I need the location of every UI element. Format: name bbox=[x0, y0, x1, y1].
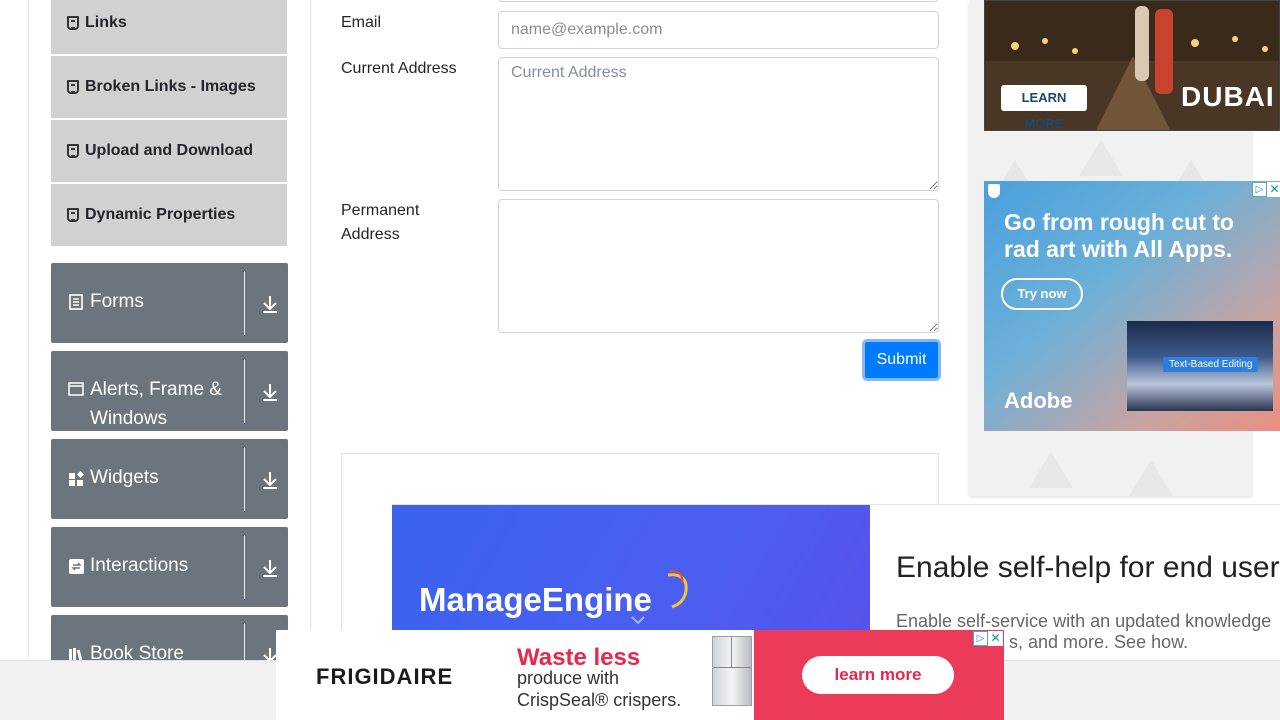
adobe-cta-button[interactable]: Try now bbox=[1001, 278, 1083, 310]
adchoices-icon[interactable]: ▷ bbox=[1252, 182, 1267, 197]
sidebar-item-label: Upload and Download bbox=[85, 142, 253, 159]
sidebar-item-links[interactable]: Links bbox=[51, 0, 287, 54]
adobe-tag: Text-Based Editing bbox=[1163, 357, 1259, 372]
email-label: Email bbox=[341, 14, 382, 31]
previous-input-bottom-edge bbox=[498, 0, 939, 2]
sidebar-item-label: Dynamic Properties bbox=[85, 206, 236, 223]
email-field[interactable] bbox=[498, 11, 939, 49]
group-label: Interactions bbox=[90, 555, 189, 576]
manageengine-headline: Enable self-help for end user bbox=[896, 551, 1280, 584]
manageengine-logo: ManageEngine bbox=[419, 581, 652, 618]
frigidaire-ad[interactable]: FRIGIDAIRE Waste less produce with Crisp… bbox=[276, 630, 1004, 720]
divider bbox=[244, 535, 245, 599]
download-arrow-icon[interactable] bbox=[261, 558, 279, 578]
download-arrow-icon[interactable] bbox=[261, 294, 279, 314]
group-interactions[interactable]: Interactions bbox=[51, 527, 288, 607]
manageengine-body: Enable self-service with an updated know… bbox=[896, 611, 1272, 631]
adchoices-icon[interactable]: ▷ bbox=[973, 631, 988, 646]
html-icon bbox=[67, 16, 79, 30]
frigidaire-cta-button[interactable]: learn more bbox=[802, 656, 954, 694]
group-forms[interactable]: Forms bbox=[51, 263, 288, 343]
group-label: Alerts, Frame & Windows bbox=[90, 379, 222, 429]
manageengine-body-line2: s, and more. See how. bbox=[1009, 632, 1189, 652]
html-icon bbox=[67, 144, 79, 158]
chevron-down-icon[interactable] bbox=[630, 615, 646, 625]
group-widgets[interactable]: Widgets bbox=[51, 439, 288, 519]
current-address-field[interactable] bbox=[498, 57, 939, 191]
html-icon bbox=[67, 80, 79, 94]
close-icon[interactable]: ✕ bbox=[1267, 182, 1280, 197]
dubai-logo: DUBAI bbox=[1181, 81, 1275, 112]
window-icon bbox=[68, 382, 84, 398]
sidebar-item-upload-download[interactable]: Upload and Download bbox=[51, 120, 287, 182]
sidebar-item-label: Links bbox=[85, 14, 127, 31]
permanent-address-label: Permanent Address bbox=[341, 202, 420, 243]
sidebar-item-broken-links[interactable]: Broken Links - Images bbox=[51, 56, 287, 118]
frigidaire-line1: produce with bbox=[517, 668, 620, 688]
adobe-headline: Go from rough cut to rad art with All Ap… bbox=[1004, 209, 1234, 262]
permanent-address-field[interactable] bbox=[498, 199, 939, 333]
manageengine-swoosh-icon bbox=[667, 570, 688, 609]
ad-shield-icon bbox=[988, 184, 1000, 198]
divider bbox=[244, 447, 245, 511]
group-label: Forms bbox=[90, 291, 144, 312]
sidebar: Links Broken Links - Images Upload and D… bbox=[28, 0, 311, 720]
download-arrow-icon[interactable] bbox=[261, 382, 279, 402]
adobe-ad[interactable]: ▷ ✕ Go from rough cut to rad art with Al… bbox=[984, 181, 1280, 431]
adobe-logo: Adobe bbox=[1004, 388, 1073, 413]
fridge-image bbox=[712, 636, 752, 706]
page: Links Broken Links - Images Upload and D… bbox=[0, 0, 1280, 720]
frigidaire-red-panel: learn more bbox=[754, 630, 1004, 720]
divider bbox=[244, 271, 245, 335]
group-label: Widgets bbox=[90, 467, 159, 488]
submit-button[interactable]: Submit bbox=[862, 339, 941, 381]
frigidaire-line2: CrispSeal® crispers. bbox=[517, 690, 682, 710]
download-arrow-icon[interactable] bbox=[261, 470, 279, 490]
widgets-icon bbox=[68, 470, 85, 487]
list-icon bbox=[68, 294, 84, 310]
interactions-icon bbox=[68, 559, 84, 575]
sidebar-item-label: Broken Links - Images bbox=[85, 78, 256, 95]
adobe-video-thumbnail: Text-Based Editing bbox=[1127, 321, 1273, 411]
group-alerts-frame-windows[interactable]: Alerts, Frame & Windows bbox=[51, 351, 288, 431]
dubai-cta-button[interactable]: LEARN MORE bbox=[1001, 85, 1087, 130]
divider bbox=[244, 359, 245, 423]
sidebar-item-dynamic-properties[interactable]: Dynamic Properties bbox=[51, 184, 287, 246]
dubai-ad[interactable]: LEARN MORE DUBAI bbox=[984, 0, 1280, 131]
current-address-label: Current Address bbox=[341, 60, 457, 77]
frigidaire-logo: FRIGIDAIRE bbox=[316, 664, 454, 689]
html-icon bbox=[67, 208, 79, 222]
close-icon[interactable]: ✕ bbox=[988, 631, 1003, 646]
